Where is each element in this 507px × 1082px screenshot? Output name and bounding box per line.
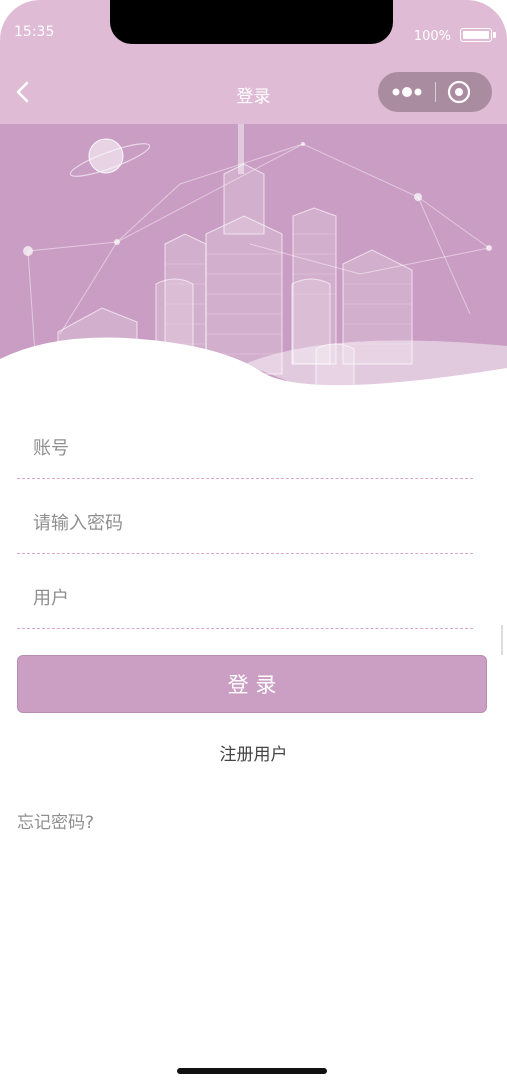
account-input[interactable] [33, 430, 453, 466]
status-bar: 15:35 100% [0, 0, 507, 60]
status-time: 15:35 [14, 24, 55, 40]
user-input[interactable] [33, 580, 453, 616]
home-indicator [177, 1068, 327, 1074]
password-input[interactable] [33, 505, 453, 541]
user-field [17, 554, 473, 629]
more-icon[interactable] [388, 80, 426, 104]
account-field [17, 404, 473, 479]
city-banner-image [0, 124, 507, 404]
phone-screen: 15:35 100% 登录 账号 用户 登 录 注册用户 忘记密码? [0, 0, 507, 1082]
battery-percentage: 100% [413, 29, 451, 44]
scrollbar[interactable] [501, 625, 503, 655]
forgot-password-link[interactable]: 忘记密码? [17, 808, 94, 833]
notch [110, 0, 393, 44]
mini-program-capsule [378, 72, 492, 112]
login-button[interactable]: 登 录 [17, 655, 487, 713]
planet-icon [69, 138, 151, 177]
register-link[interactable]: 注册用户 [0, 740, 507, 765]
navigation-bar: 登录 [0, 60, 507, 124]
close-mini-program-icon[interactable] [446, 79, 472, 105]
battery-icon [460, 28, 496, 42]
password-field [17, 479, 473, 554]
capsule-divider [435, 82, 436, 102]
